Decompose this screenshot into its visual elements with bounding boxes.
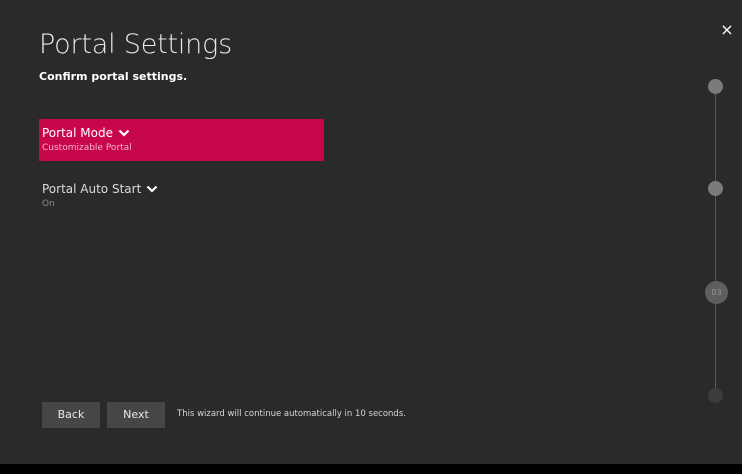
chevron-down-icon [147,185,158,193]
next-button[interactable]: Next [107,402,165,428]
chevron-down-icon [118,129,130,137]
close-icon[interactable]: × [717,20,737,40]
back-button[interactable]: Back [42,402,100,428]
portal-auto-start-label: Portal Auto Start [42,182,142,196]
wizard-step-2-dot [708,181,723,196]
portal-mode-label-row: Portal Mode [42,125,324,141]
page-subtitle: Confirm portal settings. [39,70,188,83]
portal-mode-value: Customizable Portal [42,143,132,153]
wizard-step-1-dot [708,79,723,94]
portal-auto-start-label-row: Portal Auto Start [42,181,324,197]
portal-mode-option[interactable]: Portal Mode Customizable Portal [39,119,324,161]
wizard-current-step: 03 [705,281,728,304]
auto-continue-note: This wizard will continue automatically … [177,409,406,419]
portal-settings-screen: Portal Settings Confirm portal settings.… [0,0,742,474]
portal-auto-start-option[interactable]: Portal Auto Start On [39,175,324,217]
bottom-bar [0,464,742,474]
portal-mode-label: Portal Mode [42,126,113,140]
portal-auto-start-value: On [42,199,55,209]
wizard-progress-track [715,86,716,396]
wizard-step-4-dot [708,388,723,403]
page-title: Portal Settings [39,29,232,60]
